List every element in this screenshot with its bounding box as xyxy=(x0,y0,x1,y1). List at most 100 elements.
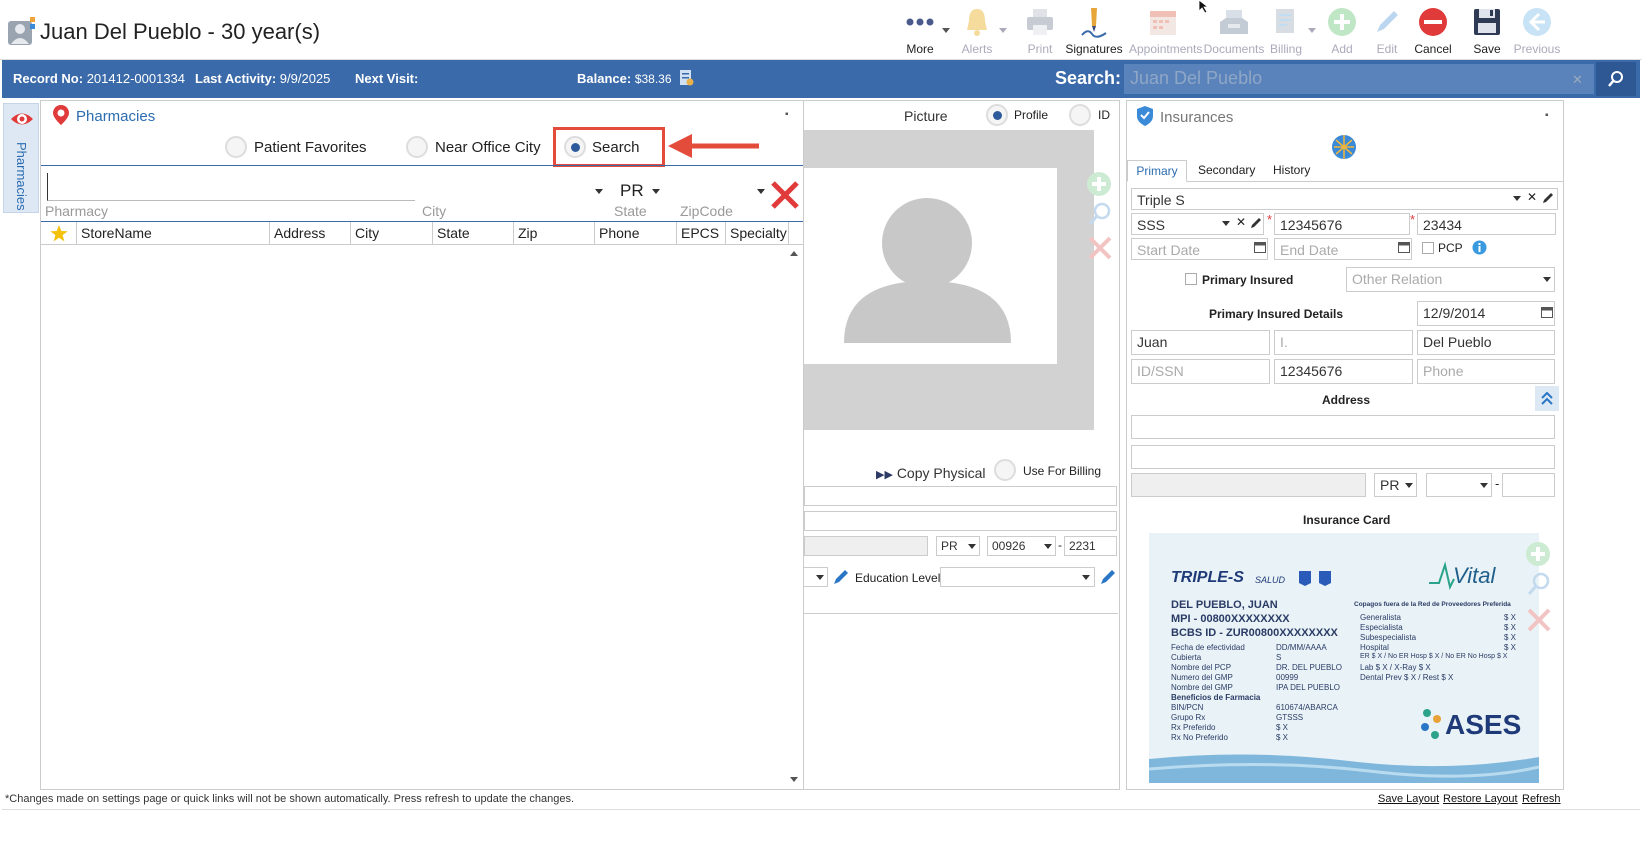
copy-physical-link[interactable]: ▶▶ Copy Physical xyxy=(876,465,986,481)
group-number-field[interactable]: 23434 xyxy=(1417,213,1556,235)
appointments-button[interactable]: Appointments xyxy=(1129,4,1202,58)
end-date-field[interactable]: End Date xyxy=(1274,238,1412,260)
zoom-photo-icon[interactable] xyxy=(1087,201,1113,227)
receipt-icon[interactable] xyxy=(678,69,694,87)
tab-history[interactable]: History xyxy=(1273,163,1310,177)
favorite-column[interactable] xyxy=(41,222,77,244)
billing-button[interactable]: Billing xyxy=(1258,4,1316,58)
pharmacies-panel: Pharmacies ▪ Patient Favorites Near Offi… xyxy=(40,100,804,790)
patient-search-input[interactable]: Juan Del Pueblo xyxy=(1124,64,1594,94)
column-header-storename[interactable]: StoreName xyxy=(77,222,270,244)
chevron-down-icon[interactable] xyxy=(1222,221,1230,226)
close-icon[interactable]: ✕ xyxy=(1236,215,1246,229)
insured-address-line2-field[interactable] xyxy=(1131,445,1555,469)
signatures-button[interactable]: Signatures xyxy=(1065,4,1123,58)
clear-filters-x-icon[interactable] xyxy=(770,180,800,210)
zoom-card-icon[interactable] xyxy=(1526,571,1552,597)
state-dropdown-chevron-icon[interactable] xyxy=(652,189,660,194)
chevron-down-icon xyxy=(968,544,976,549)
add-card-icon[interactable] xyxy=(1525,541,1551,567)
add-photo-icon[interactable] xyxy=(1086,171,1112,197)
radio-near-office-city[interactable] xyxy=(406,136,428,158)
calendar-icon[interactable] xyxy=(1541,306,1553,318)
address-line1-field[interactable] xyxy=(804,486,1117,506)
address-zip-ext-field[interactable]: 2231 xyxy=(1064,536,1117,556)
insured-dob-field[interactable]: 12/9/2014 xyxy=(1417,301,1555,326)
primary-insured-checkbox[interactable] xyxy=(1185,273,1197,285)
pcp-checkbox[interactable] xyxy=(1422,242,1434,254)
radio-id[interactable] xyxy=(1069,104,1091,126)
close-icon[interactable]: ✕ xyxy=(1572,72,1583,88)
chevron-down-icon[interactable] xyxy=(1513,196,1521,201)
calendar-icon[interactable] xyxy=(1398,241,1410,253)
collapse-address-button[interactable] xyxy=(1535,386,1559,411)
city-field[interactable] xyxy=(804,536,928,556)
zip-dropdown-chevron-icon[interactable] xyxy=(757,189,765,194)
radio-search-label[interactable]: Search xyxy=(592,139,640,156)
pencil-icon[interactable] xyxy=(1249,216,1263,230)
search-button[interactable] xyxy=(1596,62,1636,96)
city-dropdown-chevron-icon[interactable] xyxy=(595,189,603,194)
insured-idssn-field[interactable]: ID/SSN xyxy=(1131,359,1270,384)
info-icon[interactable] xyxy=(1472,240,1487,255)
card-vital-logo: Vital xyxy=(1453,563,1496,588)
calendar-icon[interactable] xyxy=(1254,241,1266,253)
footer-note: *Changes made on settings page or quick … xyxy=(5,793,575,805)
column-header-specialty[interactable]: Specialty xyxy=(726,222,789,244)
radio-id-label[interactable]: ID xyxy=(1098,108,1110,122)
pharmacy-name-input[interactable] xyxy=(47,173,415,201)
radio-patient-favorites[interactable] xyxy=(225,136,247,158)
radio-patient-favorites-label[interactable]: Patient Favorites xyxy=(254,139,367,156)
state-select[interactable]: PR xyxy=(620,181,644,201)
refresh-link[interactable]: Refresh xyxy=(1522,793,1561,805)
card-text: Beneficios de Farmacia xyxy=(1171,693,1261,702)
delete-photo-icon[interactable] xyxy=(1087,235,1113,261)
pencil-icon[interactable] xyxy=(1098,567,1118,587)
more-button[interactable]: More xyxy=(892,4,950,58)
insurances-panel: Insurances ▪ Primary Secondary History T… xyxy=(1126,100,1564,790)
insurance-plan-select[interactable]: Triple S xyxy=(1131,188,1558,210)
radio-near-office-city-label[interactable]: Near Office City xyxy=(435,139,541,156)
policy-number-field[interactable]: 12345676 xyxy=(1274,213,1410,235)
column-header-state[interactable]: State xyxy=(433,222,514,244)
insured-phone-field[interactable]: Phone xyxy=(1417,359,1555,384)
education-level-select[interactable] xyxy=(940,567,1095,587)
pin-icon[interactable]: ▪ xyxy=(785,109,789,120)
insured-address-line1-field[interactable] xyxy=(1131,415,1555,439)
previous-button[interactable]: Previous xyxy=(1509,4,1565,58)
insured-middle-initial-field[interactable]: I. xyxy=(1274,330,1413,355)
table-scrollbar[interactable] xyxy=(787,247,801,787)
column-header-epcs[interactable]: EPCS xyxy=(677,222,726,244)
column-header-city[interactable]: City xyxy=(351,222,433,244)
address-line2-field[interactable] xyxy=(804,511,1117,531)
pin-icon[interactable]: ▪ xyxy=(1545,110,1549,121)
use-for-billing-toggle[interactable] xyxy=(994,459,1016,481)
pencil-icon[interactable] xyxy=(831,567,851,587)
tab-primary[interactable]: Primary xyxy=(1127,160,1187,182)
pencil-icon[interactable] xyxy=(1541,191,1555,205)
save-layout-link[interactable]: Save Layout xyxy=(1378,793,1439,805)
column-header-address[interactable]: Address xyxy=(270,222,351,244)
column-header-zip[interactable]: Zip xyxy=(514,222,595,244)
tab-secondary[interactable]: Secondary xyxy=(1198,163,1255,177)
column-header-phone[interactable]: Phone xyxy=(595,222,677,244)
scroll-up-icon[interactable] xyxy=(790,251,798,256)
alerts-button[interactable]: Alerts xyxy=(949,4,1007,58)
close-icon[interactable]: ✕ xyxy=(1527,190,1537,204)
radio-search[interactable] xyxy=(564,136,586,158)
insured-last-name-field[interactable]: Del Pueblo xyxy=(1417,330,1555,355)
globe-network-icon[interactable] xyxy=(1331,134,1357,160)
scroll-down-icon[interactable] xyxy=(790,777,798,782)
delete-card-icon[interactable] xyxy=(1526,607,1552,633)
radio-profile-label[interactable]: Profile xyxy=(1014,108,1048,122)
side-tab-pharmacies[interactable]: Pharmacies xyxy=(3,103,39,213)
insured-member-id-field[interactable]: 12345676 xyxy=(1274,359,1413,384)
insured-city-field[interactable] xyxy=(1131,473,1366,497)
insured-first-name-field[interactable]: Juan xyxy=(1131,330,1270,355)
insured-zip-ext-field[interactable] xyxy=(1502,473,1555,497)
radio-profile[interactable] xyxy=(986,104,1008,126)
other-relation-select[interactable]: Other Relation xyxy=(1346,267,1555,292)
restore-layout-link[interactable]: Restore Layout xyxy=(1443,793,1518,805)
last-activity: Last Activity: 9/9/2025 xyxy=(195,71,331,86)
start-date-field[interactable]: Start Date xyxy=(1131,238,1268,260)
